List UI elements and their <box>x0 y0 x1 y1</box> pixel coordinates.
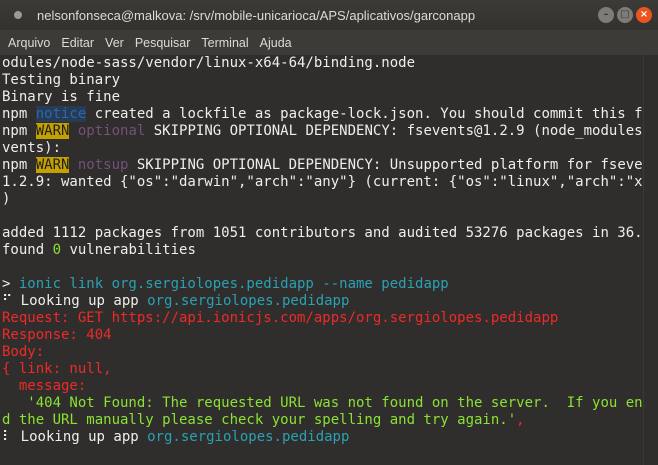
terminal-line: vents): <box>2 140 644 157</box>
close-button[interactable]: × <box>636 7 652 23</box>
terminal-text: , <box>516 412 525 428</box>
terminal-text: SKIPPING OPTIONAL DEPENDENCY: Unsupporte… <box>128 157 644 173</box>
terminal-text: added 1112 packages from 1051 contributo… <box>2 225 644 241</box>
terminal-text: org.sergiolopes.pedidapp <box>147 293 350 309</box>
terminal-text: ) <box>2 191 11 207</box>
scrollbar[interactable] <box>643 55 658 465</box>
terminal-text: odules/node-sass/vendor/linux-x64-64/bin… <box>2 55 416 71</box>
terminal-line: Body: <box>2 344 644 361</box>
terminal-text: ⠇ Looking up app <box>2 429 148 445</box>
menu-terminal[interactable]: Terminal <box>199 36 250 50</box>
terminal-line: npm notice created a lockfile as package… <box>2 106 644 123</box>
title-bar: nelsonfonseca@malkova: /srv/mobile-unica… <box>0 0 658 30</box>
terminal-line: '404 Not Found: The requested URL was no… <box>2 395 644 412</box>
terminal-text: notsup <box>77 157 129 173</box>
terminal-line: added 1112 packages from 1051 contributo… <box>2 225 644 242</box>
terminal-text: '404 Not Found: The requested URL was no… <box>2 395 644 411</box>
terminal-line: Testing binary <box>2 72 644 89</box>
terminal-text: ionic link org.sergiolopes.pedidapp --na… <box>18 276 449 292</box>
menu-arquivo[interactable]: Arquivo <box>6 36 52 50</box>
terminal-text: found <box>2 242 53 258</box>
terminal-text: Testing binary <box>2 72 121 88</box>
menu-ajuda[interactable]: Ajuda <box>258 36 294 50</box>
terminal-line: ⠇ Looking up app org.sergiolopes.pedidap… <box>2 429 644 446</box>
terminal-text: 0 <box>52 242 62 258</box>
terminal-line: npm WARN notsup SKIPPING OPTIONAL DEPEND… <box>2 157 644 174</box>
terminal-app-icon <box>14 11 22 19</box>
terminal-line: { link: null, <box>2 361 644 378</box>
terminal-text: 1.2.9: wanted {"os":"darwin","arch":"any… <box>2 174 644 190</box>
terminal-text: vulnerabilities <box>61 242 196 258</box>
terminal-line: odules/node-sass/vendor/linux-x64-64/bin… <box>2 55 644 72</box>
terminal-text: WARN <box>35 123 70 139</box>
terminal-line: found 0 vulnerabilities <box>2 242 644 259</box>
terminal-output[interactable]: odules/node-sass/vendor/linux-x64-64/bin… <box>0 55 644 465</box>
terminal-text: Binary is fine <box>2 89 121 105</box>
terminal-text: vents): <box>2 140 62 156</box>
terminal-text: optional <box>77 123 146 139</box>
terminal-text: notice <box>35 106 87 122</box>
terminal-text: WARN <box>35 157 70 173</box>
terminal-text: SKIPPING OPTIONAL DEPENDENCY: fsevents@1… <box>145 123 644 139</box>
terminal-text: Request: GET https://api.ionicjs.com/app… <box>2 310 559 326</box>
terminal-line: ⠋ Looking up app org.sergiolopes.pedidap… <box>2 293 644 310</box>
terminal-text: created a lockfile as package-lock.json.… <box>86 106 644 122</box>
terminal-text: org.sergiolopes.pedidapp <box>147 429 350 445</box>
terminal-line: Request: GET https://api.ionicjs.com/app… <box>2 310 644 327</box>
terminal-line: Binary is fine <box>2 89 644 106</box>
terminal-line: ) <box>2 191 644 208</box>
terminal-line: d the URL manually please check your spe… <box>2 412 644 429</box>
terminal-text: Body: <box>2 344 45 360</box>
terminal-text: Response: 404 <box>2 327 112 343</box>
terminal-text: > <box>2 276 19 292</box>
terminal-text: npm <box>2 106 36 122</box>
menu-pesquisar[interactable]: Pesquisar <box>133 36 193 50</box>
terminal-line: message: <box>2 378 644 395</box>
window-title: nelsonfonseca@malkova: /srv/mobile-unica… <box>37 7 476 23</box>
terminal-text: ⠋ Looking up app <box>2 293 148 309</box>
maximize-button[interactable]: □ <box>617 7 633 23</box>
menu-editar[interactable]: Editar <box>59 36 96 50</box>
terminal-text: { link: null, <box>2 361 112 377</box>
terminal-text: message: <box>2 378 87 394</box>
terminal-text: npm <box>2 157 36 173</box>
menu-ver[interactable]: Ver <box>103 36 126 50</box>
terminal-lines: odules/node-sass/vendor/linux-x64-64/bin… <box>2 55 644 446</box>
terminal-line: Response: 404 <box>2 327 644 344</box>
menu-bar: Arquivo Editar Ver Pesquisar Terminal Aj… <box>0 30 658 55</box>
terminal-line: npm WARN optional SKIPPING OPTIONAL DEPE… <box>2 123 644 140</box>
minimize-button[interactable]: – <box>598 7 614 23</box>
terminal-line: > ionic link org.sergiolopes.pedidapp --… <box>2 276 644 293</box>
terminal-text: npm <box>2 123 36 139</box>
scrollbar-thumb[interactable] <box>648 453 654 459</box>
terminal-line: 1.2.9: wanted {"os":"darwin","arch":"any… <box>2 174 644 191</box>
terminal-text: d the URL manually please check your spe… <box>2 412 517 428</box>
